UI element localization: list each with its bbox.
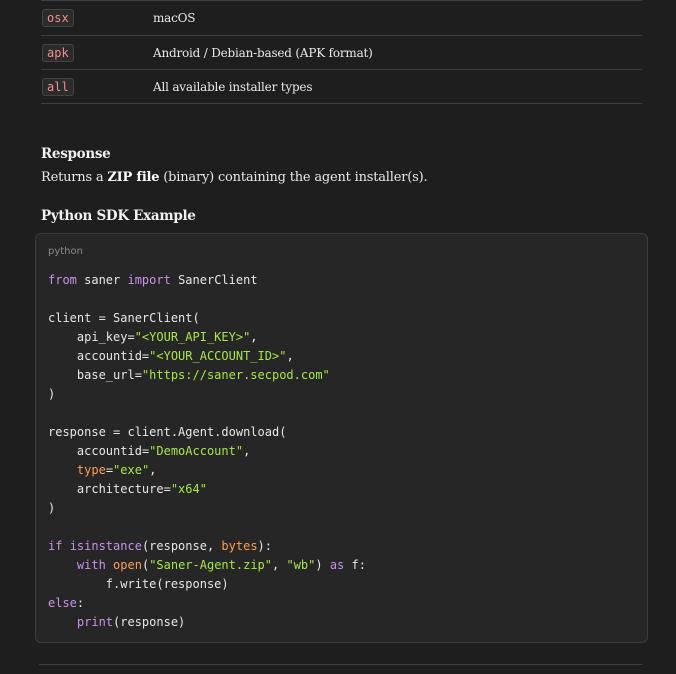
code-line: else: xyxy=(48,594,366,613)
code-token: (response, xyxy=(141,539,222,553)
code-token: ) xyxy=(48,387,56,401)
code-token: accountid= xyxy=(48,349,150,363)
installer-code: all xyxy=(42,77,74,96)
response-text: (binary) containing the agent installer(… xyxy=(159,170,428,185)
code-content[interactable]: from saner import SanerClient client = Sa… xyxy=(48,271,366,632)
response-description: Returns a ZIP file (binary) containing t… xyxy=(41,170,428,185)
code-token: "DemoAccount" xyxy=(149,444,244,458)
code-line: accountid="DemoAccount", xyxy=(48,442,366,461)
code-line: base_url="https://saner.secpod.com" xyxy=(48,366,366,385)
code-token: "Saner-Agent.zip" xyxy=(149,558,273,572)
code-token: accountid= xyxy=(48,444,150,458)
code-language-label: python xyxy=(48,246,83,257)
code-line: type="exe", xyxy=(48,461,366,480)
code-token: ) xyxy=(48,501,56,515)
code-token: client = SanerClient( xyxy=(48,311,200,325)
code-line: with open("Saner-Agent.zip", "wb") as f: xyxy=(48,556,366,575)
installer-description: Android / Debian-based (APK format) xyxy=(153,45,373,60)
code-line: response = client.Agent.download( xyxy=(48,423,366,442)
code-token: "<YOUR_API_KEY>" xyxy=(134,330,251,344)
code-token: ) xyxy=(315,558,330,572)
installer-code: apk xyxy=(42,43,74,62)
code-line: print(response) xyxy=(48,613,366,632)
code-token: type xyxy=(76,463,106,477)
code-token: with xyxy=(76,558,106,572)
installer-description: macOS xyxy=(153,11,196,25)
code-token: architecture= xyxy=(48,482,171,496)
code-token: = xyxy=(105,463,114,477)
code-token: ): xyxy=(257,539,272,553)
code-line: from saner import SanerClient xyxy=(48,271,366,290)
code-token: print xyxy=(76,615,114,629)
response-heading: Response xyxy=(41,146,111,162)
code-token: saner xyxy=(76,273,128,287)
code-token: base_url= xyxy=(48,368,142,382)
code-line: accountid="<YOUR_ACCOUNT_ID>", xyxy=(48,347,366,366)
code-token: else xyxy=(48,596,77,610)
code-line: ) xyxy=(48,499,366,518)
code-token: , xyxy=(250,330,258,344)
code-token: if xyxy=(48,539,63,553)
code-token: SanerClient xyxy=(170,273,258,287)
code-token: from xyxy=(48,273,77,287)
code-token: open xyxy=(113,558,142,572)
code-token: "exe" xyxy=(113,463,150,477)
divider xyxy=(39,664,643,665)
code-token: (response) xyxy=(113,615,186,629)
table-row: osx macOS xyxy=(41,0,642,36)
code-block[interactable]: python from saner import SanerClient clie… xyxy=(35,233,648,643)
code-token: bytes xyxy=(221,539,258,553)
code-token: import xyxy=(127,273,171,287)
response-text-bold: ZIP file xyxy=(107,170,160,185)
example-heading: Python SDK Example xyxy=(41,208,196,224)
response-text: Returns a xyxy=(41,170,108,185)
code-token: isinstance xyxy=(69,539,142,553)
code-token: "wb" xyxy=(286,558,316,572)
code-line: api_key="<YOUR_API_KEY>", xyxy=(48,328,366,347)
code-token: f.write(response) xyxy=(48,577,229,591)
code-token: , xyxy=(286,349,294,363)
code-token: response = client.Agent.download( xyxy=(48,425,287,439)
code-token: , xyxy=(149,463,157,477)
code-token: : xyxy=(76,596,85,610)
code-line: architecture="x64" xyxy=(48,480,366,499)
installer-description: All available installer types xyxy=(153,79,313,94)
code-token: "<YOUR_ACCOUNT_ID>" xyxy=(149,349,287,363)
code-line: client = SanerClient( xyxy=(48,309,366,328)
table-row: apk Android / Debian-based (APK format) xyxy=(41,36,642,70)
code-token: f: xyxy=(344,558,366,572)
code-line: f.write(response) xyxy=(48,575,366,594)
installer-code: osx xyxy=(42,9,74,27)
docs-page: osx macOS apk Android / Debian-based (AP… xyxy=(0,0,676,674)
code-token: "https://saner.secpod.com" xyxy=(141,368,330,382)
code-line: ) xyxy=(48,385,366,404)
code-token: "x64" xyxy=(170,482,207,496)
table-row: all All available installer types xyxy=(41,70,642,104)
code-token: , xyxy=(243,444,251,458)
code-token: as xyxy=(329,558,345,572)
code-token: , xyxy=(272,558,287,572)
installer-types-table: osx macOS apk Android / Debian-based (AP… xyxy=(41,0,642,104)
code-token: api_key= xyxy=(48,330,135,344)
code-line: if isinstance(response, bytes): xyxy=(48,537,366,556)
